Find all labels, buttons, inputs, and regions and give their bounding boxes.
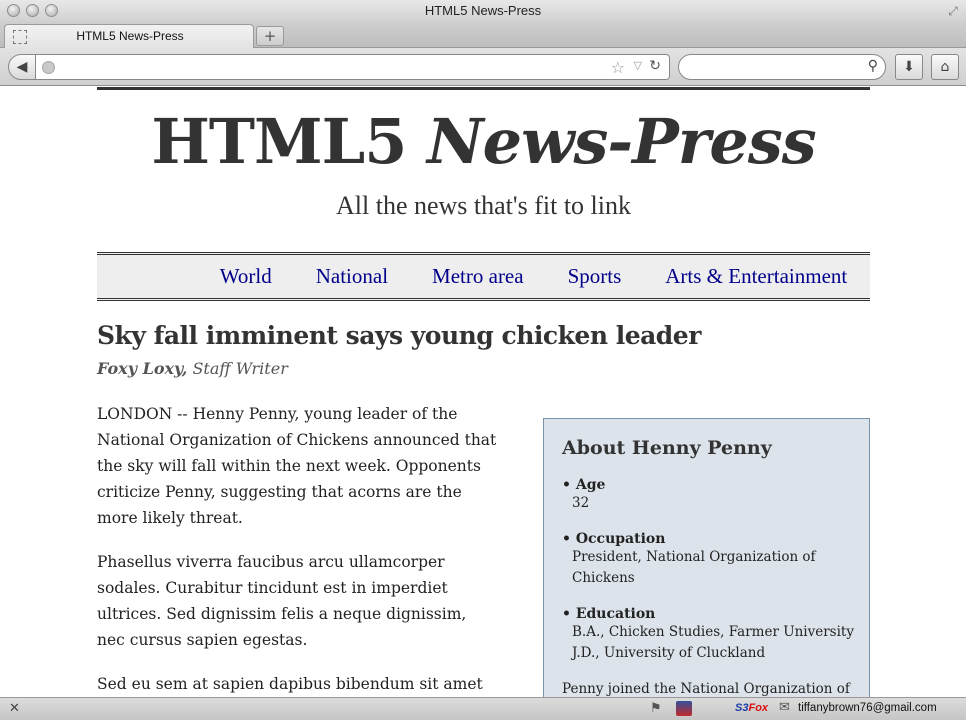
- account-email[interactable]: tiffanybrown76@gmail.com: [798, 702, 937, 714]
- home-button[interactable]: ⌂: [931, 54, 959, 80]
- article-headline: Sky fall imminent says young chicken lea…: [97, 321, 701, 350]
- fact-value: J.D., University of Cluckland: [572, 645, 766, 661]
- zoom-window-button[interactable]: [45, 4, 58, 17]
- fact-value: B.A., Chicken Studies, Farmer University: [572, 624, 854, 640]
- tab-label: HTML5 News-Press: [76, 29, 184, 43]
- tab-bar: HTML5 News-Press +: [0, 22, 966, 48]
- fact-occupation: • Occupation President, National Organiz…: [562, 531, 869, 589]
- status-bar: ✕ ⚑ S3Fox ✉ tiffanybrown76@gmail.com: [0, 697, 966, 720]
- fact-label: • Occupation: [562, 531, 666, 547]
- article-paragraph: LONDON -- Henny Penny, young leader of t…: [97, 405, 497, 527]
- s3fox-addon[interactable]: S3Fox: [735, 702, 768, 714]
- window-titlebar: HTML5 News-Press ⤢: [0, 0, 966, 22]
- fact-label: • Education: [562, 606, 656, 622]
- search-icon[interactable]: ⚲: [868, 58, 878, 74]
- masthead: HTML5 News-Press: [97, 105, 870, 178]
- masthead-italic: News-Press: [427, 105, 817, 178]
- download-button[interactable]: ⬇: [895, 54, 923, 80]
- close-window-button[interactable]: [7, 4, 20, 17]
- fact-label: • Age: [562, 477, 606, 493]
- flag-icon[interactable]: ⚑: [650, 701, 662, 716]
- dropdown-arrow-icon[interactable]: ▽: [634, 59, 642, 72]
- minimize-window-button[interactable]: [26, 4, 39, 17]
- fact-value: 32: [572, 495, 590, 511]
- mail-icon[interactable]: ✉: [779, 700, 790, 715]
- navigation-toolbar: ◀ ☆ ▽ ↻ ⚲ ⬇ ⌂: [0, 48, 966, 86]
- fact-value: President, National Organization of Chic…: [572, 549, 816, 586]
- article-paragraph: Sed eu sem at sapien dapibus bibendum si…: [97, 675, 483, 693]
- back-button[interactable]: ◀: [8, 54, 36, 80]
- star-icon[interactable]: ☆: [611, 58, 625, 77]
- window-controls: [7, 4, 58, 17]
- tab-html5-news-press[interactable]: HTML5 News-Press: [4, 24, 254, 48]
- close-icon[interactable]: ✕: [9, 701, 20, 716]
- article-paragraph: Phasellus viverra faucibus arcu ullamcor…: [97, 553, 467, 649]
- sidebar-about: About Henny Penny • Age 32 • Occupation …: [543, 418, 870, 697]
- sidebar-title: About Henny Penny: [562, 437, 772, 459]
- byline-role: Staff Writer: [192, 359, 288, 378]
- sidebar-footer-text: Penny joined the National Organization o…: [562, 681, 850, 697]
- addon-icon[interactable]: [676, 701, 692, 716]
- fullscreen-icon[interactable]: ⤢: [946, 4, 960, 18]
- new-tab-button[interactable]: +: [256, 26, 284, 46]
- page-viewport: HTML5 News-Press All the news that's fit…: [0, 87, 966, 697]
- tagline: All the news that's fit to link: [336, 191, 631, 220]
- byline: Foxy Loxy, Staff Writer: [97, 359, 497, 378]
- fact-label-text: Occupation: [575, 531, 666, 547]
- nav-link-arts-entertainment[interactable]: Arts & Entertainment: [665, 264, 847, 289]
- reload-icon[interactable]: ↻: [649, 58, 661, 74]
- nav-link-sports[interactable]: Sports: [568, 264, 622, 289]
- masthead-main: HTML5: [151, 105, 427, 178]
- article-body: LONDON -- Henny Penny, young leader of t…: [97, 401, 497, 697]
- byline-author: Foxy Loxy,: [97, 359, 188, 378]
- globe-icon: [42, 61, 55, 74]
- fact-label-text: Education: [575, 606, 656, 622]
- search-input[interactable]: ⚲: [678, 54, 886, 80]
- top-rule: [97, 87, 870, 90]
- window-title: HTML5 News-Press: [424, 3, 542, 18]
- s3fox-s3-text: S3: [735, 702, 749, 714]
- fact-education: • Education B.A., Chicken Studies, Farme…: [562, 606, 869, 664]
- nav-link-national[interactable]: National: [316, 264, 388, 289]
- site-navigation: World National Metro area Sports Arts & …: [97, 252, 870, 301]
- nav-link-metro-area[interactable]: Metro area: [432, 264, 524, 289]
- s3fox-fox-text: Fox: [748, 702, 769, 714]
- fact-age: • Age 32: [562, 477, 869, 514]
- url-bar[interactable]: ☆ ▽ ↻: [36, 54, 670, 80]
- fact-label-text: Age: [575, 477, 606, 493]
- nav-link-world[interactable]: World: [220, 264, 272, 289]
